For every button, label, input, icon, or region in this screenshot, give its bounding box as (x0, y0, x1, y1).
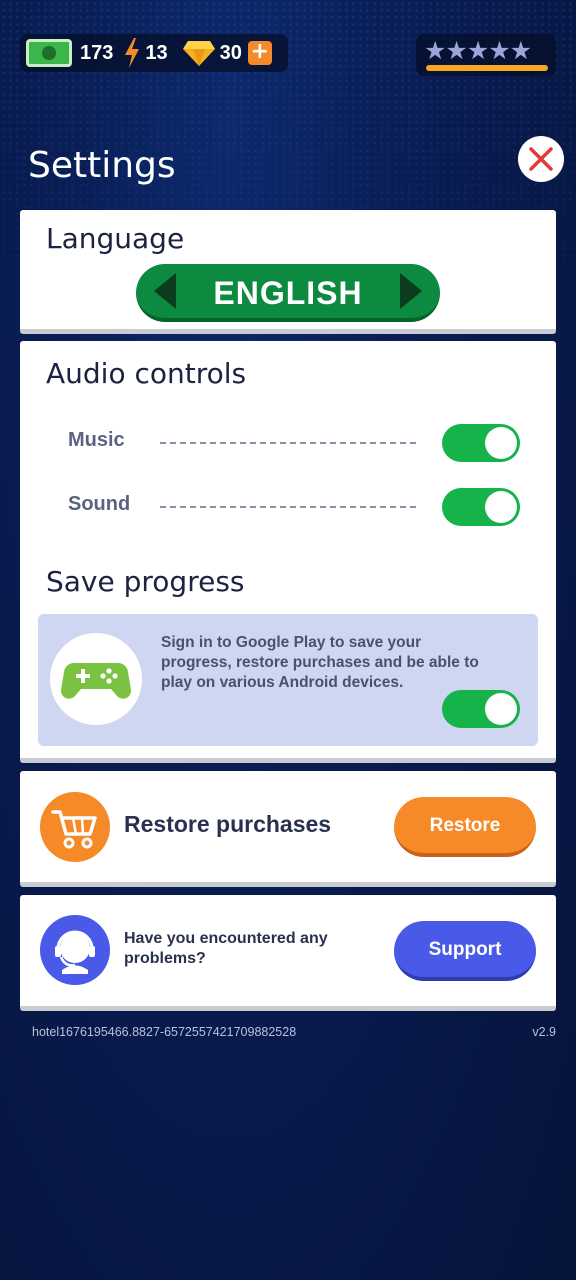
cash-count: 173 (80, 41, 114, 64)
sound-toggle[interactable] (442, 488, 520, 526)
device-id: hotel1676195466.8827-6572557421709882528 (32, 1025, 297, 1039)
google-play-description: Sign in to Google Play to save your prog… (161, 634, 479, 691)
currency-bar: 173 13 30 + (20, 34, 288, 72)
support-card: Have you encountered any problems? Suppo… (20, 895, 556, 1011)
page-title: Settings (28, 145, 176, 186)
restore-purchases-label: Restore purchases (124, 811, 332, 837)
support-prompt: Have you encountered any problems? (124, 930, 328, 967)
google-play-panel: Sign in to Google Play to save your prog… (38, 614, 538, 746)
google-play-games-icon (50, 633, 142, 725)
audio-card: Audio controls Music Sound Save progress… (20, 341, 556, 763)
cash-icon (26, 39, 72, 67)
close-icon (529, 147, 553, 171)
gamepad-icon (60, 662, 132, 699)
star-icons: ★★★★★ (424, 36, 532, 65)
sound-divider (160, 506, 416, 508)
close-button[interactable] (518, 136, 564, 182)
language-picker: ENGLISH (136, 264, 440, 322)
google-play-toggle[interactable] (442, 690, 520, 728)
music-divider (160, 442, 416, 444)
gem-icon (182, 41, 215, 66)
language-next-arrow-icon[interactable] (400, 273, 422, 309)
music-toggle[interactable] (442, 424, 520, 462)
add-gems-button[interactable]: + (247, 41, 272, 65)
music-label: Music (68, 429, 125, 451)
language-value: ENGLISH (213, 275, 363, 311)
support-agent-icon (40, 915, 110, 985)
gem-count: 30 (219, 41, 242, 64)
cart-icon (40, 792, 110, 862)
save-progress-title: Save progress (46, 565, 245, 598)
support-button[interactable]: Support (394, 921, 536, 981)
language-card: Language ENGLISH (20, 210, 556, 334)
energy-count: 13 (145, 41, 168, 64)
rating-progress-bar (426, 65, 548, 71)
restore-card: Restore purchases Restore (20, 771, 556, 887)
bolt-icon (125, 38, 140, 68)
rating-stars: ★★★★★ (416, 34, 556, 76)
language-title: Language (46, 222, 185, 255)
sound-label: Sound (68, 493, 131, 515)
restore-button[interactable]: Restore (394, 797, 536, 857)
audio-title: Audio controls (46, 357, 247, 390)
app-version: v2.9 (532, 1025, 556, 1039)
